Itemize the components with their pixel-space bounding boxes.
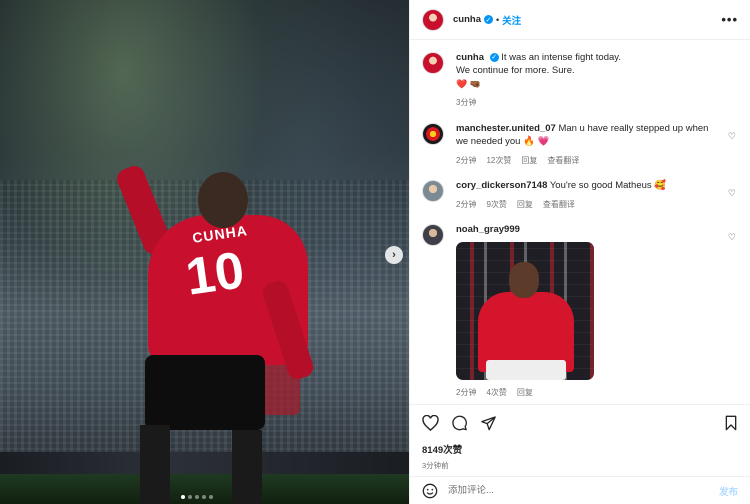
comment-username[interactable]: noah_gray999 — [456, 224, 520, 235]
caption-time: 3分钟 — [456, 98, 477, 107]
player-shorts — [145, 355, 265, 430]
reply-button[interactable]: 回复 — [521, 155, 537, 166]
comment-item: noah_gray999 2分钟 4次赞 回复 ♡ — [422, 223, 738, 398]
post-comment-button[interactable]: 发布 — [719, 484, 738, 498]
carousel-dots — [181, 495, 213, 499]
comment-username[interactable]: cory_dickerson7148 — [456, 180, 547, 191]
player-leg-left — [140, 425, 170, 504]
comment-time: 2分钟 — [456, 156, 477, 165]
see-translation-button[interactable]: 查看翻译 — [543, 199, 575, 210]
carousel-dot — [209, 495, 213, 499]
comment-username[interactable]: manchester.united_07 — [456, 123, 556, 134]
post-actions: 8149次赞 3分钟前 — [410, 404, 750, 476]
comment-item: manchester.united_07 Man u have really s… — [422, 122, 738, 166]
pitch — [0, 474, 409, 504]
more-options-button[interactable]: ••• — [721, 12, 738, 27]
post-caption: cunha ✓ It was an intense fight today. W… — [422, 51, 738, 108]
post-time: 3分钟前 — [422, 461, 449, 470]
carousel-dot — [188, 495, 192, 499]
reply-button[interactable]: 回复 — [517, 199, 533, 210]
comment-text: You're so good Matheus 🥰 — [549, 180, 667, 191]
reply-button[interactable]: 回复 — [517, 387, 533, 398]
carousel-dot — [195, 495, 199, 499]
chevron-right-icon: › — [392, 249, 396, 261]
separator-dot: • — [495, 14, 500, 25]
like-count[interactable]: 8149次赞 — [422, 442, 738, 456]
comment-likes[interactable]: 12次赞 — [486, 155, 511, 166]
avatar[interactable] — [422, 224, 444, 246]
carousel-dot — [181, 495, 185, 499]
comment-like-heart-icon[interactable]: ♡ — [728, 188, 736, 199]
comment-likes[interactable]: 9次赞 — [486, 199, 506, 210]
comment-like-heart-icon[interactable]: ♡ — [728, 131, 736, 142]
carousel-dot — [202, 495, 206, 499]
comment-icon[interactable] — [451, 415, 468, 431]
comment-time: 2分钟 — [456, 200, 477, 209]
bookmark-icon[interactable] — [724, 415, 738, 431]
man-head — [509, 262, 539, 298]
heart-icon[interactable] — [422, 415, 439, 431]
comment-time: 2分钟 — [456, 388, 477, 397]
next-image-button[interactable]: › — [385, 246, 403, 264]
post-photo: CUNHA 10 › — [0, 0, 409, 504]
caption-emojis: ❤️ 🤜🏾 — [456, 79, 481, 89]
verified-badge-icon: ✓ — [483, 15, 493, 24]
comment-image[interactable] — [456, 242, 594, 380]
player-leg-right — [232, 430, 262, 504]
comment-likes[interactable]: 4次赞 — [486, 387, 506, 398]
avatar[interactable] — [422, 123, 444, 145]
follow-button[interactable]: 关注 — [502, 13, 521, 27]
comment-item: cory_dickerson7148 You're so good Matheu… — [422, 179, 738, 210]
smiley-icon[interactable] — [422, 483, 438, 499]
caption-username[interactable]: cunha — [456, 52, 484, 63]
player-head — [198, 172, 248, 228]
signing-table — [486, 360, 566, 380]
verified-badge-icon: ✓ — [489, 52, 499, 62]
post-sidebar: cunha ✓ • 关注 ••• cunha ✓ It was an inten… — [409, 0, 750, 504]
instagram-post-modal: CUNHA 10 › cunha ✓ • 关注 ••• cunha ✓ It w… — [0, 0, 750, 504]
see-translation-button[interactable]: 查看翻译 — [547, 155, 579, 166]
comment-input[interactable] — [448, 485, 719, 496]
caption-line-2: We continue for more. Sure. — [456, 65, 575, 76]
ad-boards — [0, 452, 409, 474]
author-username[interactable]: cunha — [453, 14, 481, 25]
caption-line-1: It was an intense fight today. — [501, 52, 621, 63]
comments-list[interactable]: cunha ✓ It was an intense fight today. W… — [410, 41, 750, 404]
avatar[interactable] — [422, 52, 444, 74]
comment-like-heart-icon[interactable]: ♡ — [728, 232, 736, 243]
paper-plane-icon[interactable] — [480, 415, 497, 431]
add-comment-bar: 发布 — [410, 476, 750, 504]
post-header: cunha ✓ • 关注 ••• — [410, 0, 750, 40]
avatar[interactable] — [422, 8, 444, 31]
avatar[interactable] — [422, 180, 444, 202]
